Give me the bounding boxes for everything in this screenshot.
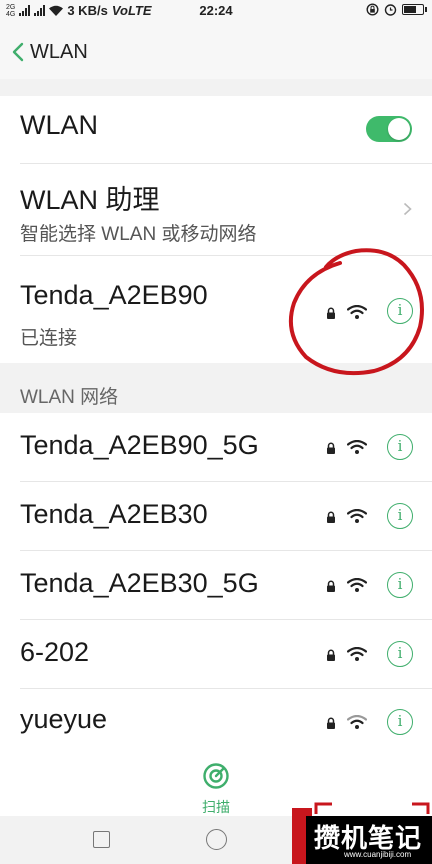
wlan-toggle-label: WLAN <box>20 110 99 140</box>
recents-button[interactable] <box>93 831 110 848</box>
network-row[interactable]: Tenda_A2EB30 i <box>0 482 432 550</box>
wifi-signal-icon <box>347 440 367 454</box>
wifi-signal-icon <box>347 647 367 661</box>
chevron-right-icon <box>403 202 412 216</box>
lock-icon <box>327 649 335 661</box>
network-list: Tenda_A2EB90_5G i Tenda_A2EB30 i Tenda_A… <box>0 413 432 756</box>
wifi-signal-icon <box>347 509 367 523</box>
watermark-logo: 攒机笔记 www.cuanjibiji.com <box>292 800 432 864</box>
wifi-signal-icon <box>347 578 367 592</box>
connected-network-ssid: Tenda_A2EB90 <box>20 280 208 310</box>
home-button[interactable] <box>206 829 227 850</box>
wlan-assistant-subtitle: 智能选择 WLAN 或移动网络 <box>20 224 257 245</box>
scan-label: 扫描 <box>202 799 230 815</box>
connected-network-status: 已连接 <box>20 328 78 349</box>
network-row[interactable]: 6-202 i <box>0 620 432 688</box>
toggle-knob <box>388 118 410 140</box>
network-ssid: Tenda_A2EB90_5G <box>20 430 259 460</box>
network-ssid: 6-202 <box>20 637 90 667</box>
wlan-assistant-row[interactable]: WLAN 助理 智能选择 WLAN 或移动网络 <box>0 164 432 255</box>
network-row[interactable]: Tenda_A2EB30_5G i <box>0 551 432 619</box>
radar-scan-icon <box>203 763 229 789</box>
lock-rotation-icon <box>366 3 379 16</box>
alarm-icon <box>384 4 397 16</box>
wlan-toggle-switch[interactable] <box>366 116 412 142</box>
lock-icon <box>327 717 335 729</box>
scan-button[interactable]: 扫描 <box>191 762 241 815</box>
lock-icon <box>327 442 335 454</box>
network-ssid: Tenda_A2EB30 <box>20 499 208 529</box>
info-icon[interactable]: i <box>387 572 413 598</box>
lock-icon <box>327 511 335 523</box>
network-row[interactable]: yueyue i <box>0 689 432 756</box>
annotation-circle <box>289 248 424 376</box>
network-ssid: yueyue <box>20 704 108 734</box>
watermark-ornament <box>314 802 430 814</box>
network-row[interactable]: Tenda_A2EB90_5G i <box>0 413 432 481</box>
back-button[interactable]: WLAN <box>12 39 102 65</box>
section-label-wlan-networks: WLAN 网络 <box>20 387 119 408</box>
info-icon[interactable]: i <box>387 709 413 735</box>
status-bar: 2G 4G 3 KB/s VoLTE 22:24 <box>0 0 432 22</box>
wlan-toggle-row[interactable]: WLAN <box>0 96 432 163</box>
info-icon[interactable]: i <box>387 641 413 667</box>
battery-icon <box>402 4 427 15</box>
info-icon[interactable]: i <box>387 434 413 460</box>
network-ssid: Tenda_A2EB30_5G <box>20 568 259 598</box>
wlan-assistant-title: WLAN 助理 <box>20 185 160 215</box>
header: WLAN <box>0 22 432 79</box>
watermark-url: www.cuanjibiji.com <box>344 850 412 859</box>
info-icon[interactable]: i <box>387 503 413 529</box>
page-title: WLAN <box>30 40 88 63</box>
lock-icon <box>327 580 335 592</box>
wifi-signal-icon <box>347 715 367 729</box>
chevron-left-icon <box>12 42 24 62</box>
